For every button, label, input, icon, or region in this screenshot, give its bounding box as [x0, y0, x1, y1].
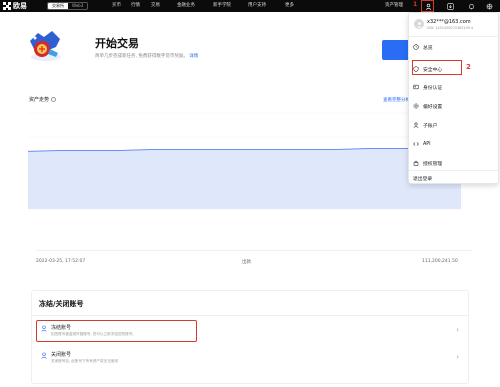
- menu-item-identity[interactable]: 身份认证: [413, 82, 495, 92]
- asset-trend-title: 资产走势: [29, 96, 57, 103]
- overview-icon: [413, 44, 419, 50]
- banner-subtitle: 简单几步完成新任务, 免费获得数字货币奖励。 详情: [95, 54, 199, 59]
- segment-web3[interactable]: Web3: [68, 3, 87, 9]
- record-type: 出款: [242, 260, 251, 265]
- asset-trend-chart: [28, 112, 461, 210]
- details-link[interactable]: 详情: [189, 54, 198, 59]
- menu-item-overview[interactable]: 总览: [413, 42, 495, 52]
- close-account-icon: [41, 352, 47, 359]
- menu-item-preferences[interactable]: 偏好设置: [413, 101, 495, 111]
- info-icon[interactable]: [51, 97, 57, 102]
- start-trading-banner: 开始交易 简单几步完成新任务, 免费获得数字货币奖励。 详情: [22, 25, 417, 70]
- nav-buy-crypto[interactable]: 买币: [112, 0, 121, 12]
- dropdown-divider: [409, 36, 498, 37]
- nav-more[interactable]: 更多: [285, 0, 294, 12]
- user-dropdown-menu: x32***@163.com UID: 1451000070385109 4 总…: [408, 12, 499, 184]
- step-2-annotation: 2: [466, 63, 471, 71]
- freeze-close-title: 冻结/关闭账号: [39, 300, 84, 308]
- record-row: 2022-03-25, 17:52:07 出款 111,200,241.50: [36, 259, 472, 269]
- chevron-right-icon: ›: [456, 326, 459, 334]
- freeze-card-divider: [32, 315, 468, 316]
- security-center-highlight: [412, 60, 462, 75]
- nav-finance[interactable]: 金融业务: [177, 0, 195, 12]
- banner-title: 开始交易: [95, 37, 139, 50]
- user-email: x32***@163.com: [427, 19, 471, 25]
- close-account-desc: 关闭账号后, 此账号下所有资产将无法使用: [51, 359, 118, 363]
- download-icon[interactable]: [445, 1, 455, 11]
- nav-support[interactable]: 用户支持: [248, 0, 266, 12]
- dropdown-divider: [409, 170, 498, 171]
- avatar: [414, 19, 424, 29]
- logo-text: 欧易: [13, 2, 27, 10]
- menu-item-logout[interactable]: 退出登录: [413, 173, 495, 183]
- user-icon-highlight: [421, 0, 434, 12]
- nav-learn[interactable]: 新手学院: [213, 0, 231, 12]
- record-time: 2022-03-25, 17:52:07: [36, 259, 86, 264]
- nav-markets[interactable]: 行情: [131, 0, 140, 12]
- step-1-annotation: 1: [413, 1, 418, 8]
- asset-trend-card: 资产走势 查看完整分析: [28, 91, 461, 213]
- nav-trade[interactable]: 交易: [151, 0, 160, 12]
- api-icon: [413, 141, 419, 147]
- record-amount: 111,200,241.50: [422, 259, 458, 264]
- authorization-icon: [413, 160, 419, 166]
- close-account-label: 关闭账号: [51, 352, 72, 358]
- mascot-illustration: [30, 31, 61, 61]
- asset-manage-menu[interactable]: 资产管理: [385, 0, 403, 12]
- segment-exchange[interactable]: 交易所: [48, 3, 68, 9]
- menu-item-sub-account[interactable]: 子账户: [413, 120, 495, 130]
- menu-item-authorization[interactable]: 授权管理: [413, 158, 495, 168]
- platform-switch: 交易所 Web3: [47, 2, 89, 10]
- globe-icon[interactable]: [484, 1, 494, 11]
- preferences-icon: [413, 103, 419, 109]
- okx-logo[interactable]: 欧易: [3, 1, 27, 11]
- section-divider: [36, 250, 472, 251]
- menu-item-api[interactable]: API: [413, 139, 495, 149]
- full-analysis-link[interactable]: 查看完整分析: [383, 97, 410, 103]
- close-account-row[interactable]: 关闭账号 关闭账号后, 此账号下所有资产将无法使用 ›: [37, 348, 467, 370]
- okx-logo-mark: [3, 2, 11, 10]
- sub-account-icon: [413, 122, 419, 128]
- user-uid: UID: 1451000070385109 4: [427, 26, 474, 30]
- series-area: [28, 148, 461, 209]
- freeze-account-highlight: [36, 320, 197, 342]
- identity-icon: [413, 84, 419, 90]
- bell-icon[interactable]: [466, 1, 476, 11]
- chevron-right-icon: ›: [456, 353, 459, 361]
